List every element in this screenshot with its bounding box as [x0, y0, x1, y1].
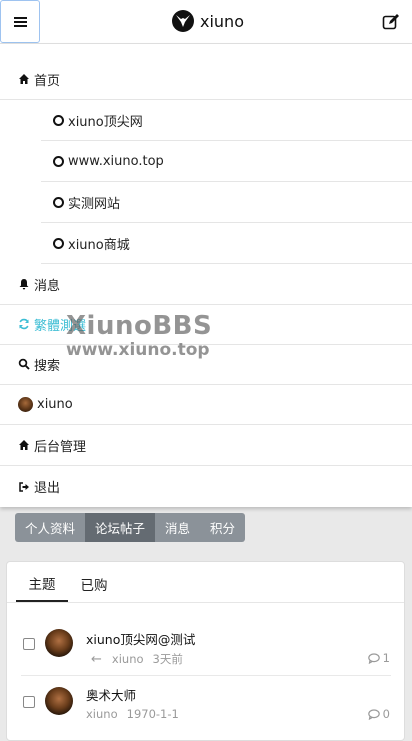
tab-topics[interactable]: 主题 [16, 566, 68, 602]
thread-row[interactable]: xiuno顶尖网@测试 ← xiuno 3天前 1 [7, 618, 404, 674]
thread-checkbox[interactable] [23, 696, 35, 708]
nav-search-label: 搜索 [34, 358, 61, 374]
tab-credits[interactable]: 积分 [200, 513, 246, 542]
nav-forum-label: xiuno商城 [68, 237, 130, 253]
thread-subject[interactable]: 奥术大师 [86, 685, 136, 704]
nav-forum-label: 实测网站 [68, 196, 121, 212]
nav-home[interactable]: 首页 [0, 59, 412, 100]
circle-icon [53, 237, 64, 249]
watermark-title: XiunoBBS [66, 311, 213, 341]
nav-forum-2[interactable]: www.xiuno.top [41, 141, 412, 182]
content-tabs: 主题 已购 [16, 566, 120, 602]
nav-messages-label: 消息 [34, 278, 61, 294]
thread-time: 1970-1-1 [126, 707, 179, 721]
tab-profile[interactable]: 个人资料 [15, 513, 86, 542]
nav-admin-label: 后台管理 [34, 439, 87, 455]
thread-meta: ← xiuno 3天前 [86, 651, 183, 667]
thread-checkbox[interactable] [23, 638, 35, 650]
circle-icon [53, 155, 64, 167]
xiuno-logo-icon [172, 10, 194, 32]
thread-subject[interactable]: xiuno顶尖网@测试 [86, 629, 195, 648]
avatar[interactable] [45, 629, 73, 657]
nav-forum-label: www.xiuno.top [68, 153, 164, 169]
threads-card: 主题 已购 xiuno顶尖网@测试 ← xiuno 3天前 1 奥术大师 xiu… [6, 561, 405, 741]
circle-icon [53, 196, 64, 208]
reply-count-value: 0 [382, 707, 390, 721]
reply-count: 0 [367, 707, 390, 721]
brand[interactable]: xiuno [172, 10, 244, 32]
tab-messages[interactable]: 消息 [155, 513, 201, 542]
edit-icon[interactable] [382, 13, 400, 31]
tab-purchased[interactable]: 已购 [68, 566, 120, 602]
profile-tabs: 个人资料 论坛帖子 消息 积分 [15, 513, 246, 542]
nav-admin[interactable]: 后台管理 [0, 425, 412, 466]
nav-messages[interactable]: 消息 [0, 264, 412, 305]
thread-user[interactable]: xiuno [86, 707, 118, 721]
search-icon [18, 358, 30, 370]
brand-name: xiuno [200, 11, 244, 31]
sign-out-icon [19, 481, 29, 492]
nav-user[interactable]: xiuno [0, 384, 412, 425]
thread-row[interactable]: 奥术大师 xiuno 1970-1-1 0 [7, 675, 404, 731]
avatar[interactable] [45, 687, 73, 715]
refresh-icon [19, 318, 29, 330]
thread-meta: xiuno 1970-1-1 [86, 707, 179, 721]
comment-icon [367, 708, 380, 720]
nav-forum-1[interactable]: xiuno顶尖网 [41, 100, 412, 141]
comment-icon [367, 652, 380, 664]
watermark-url: www.xiuno.top [66, 340, 210, 360]
hamburger-icon [13, 20, 27, 23]
thread-time: 3天前 [152, 652, 183, 666]
nav-drawer: 首页 xiuno顶尖网 www.xiuno.top 实测网站 xiuno商城 消… [0, 44, 412, 507]
home-icon [19, 74, 29, 84]
thread-user[interactable]: xiuno [112, 652, 144, 666]
reply-count-value: 1 [382, 651, 390, 665]
nav-forum-label: xiuno顶尖网 [68, 114, 143, 130]
nav-forum-3[interactable]: 实测网站 [41, 182, 412, 223]
arrow-left-icon: ← [91, 651, 102, 667]
avatar [18, 396, 33, 412]
circle-icon [53, 114, 64, 126]
top-navbar: xiuno [0, 0, 412, 44]
nav-logout[interactable]: 退出 [0, 466, 412, 507]
tab-forum-posts[interactable]: 论坛帖子 [85, 513, 156, 542]
home-icon [19, 440, 29, 450]
reply-count: 1 [367, 651, 390, 665]
menu-toggle-button[interactable] [0, 0, 40, 43]
nav-forum-4[interactable]: xiuno商城 [41, 223, 412, 264]
divider [7, 602, 404, 603]
nav-logout-label: 退出 [34, 481, 61, 496]
nav-home-label: 首页 [34, 73, 61, 89]
bell-icon [19, 279, 29, 290]
nav-user-label: xiuno [37, 396, 73, 412]
